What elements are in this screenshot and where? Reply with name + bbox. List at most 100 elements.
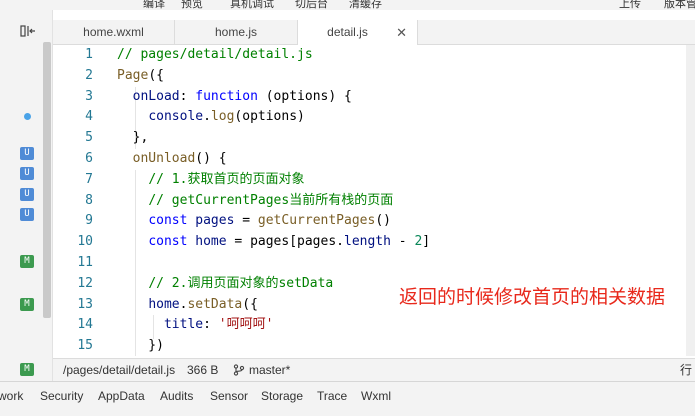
modified-dot-icon (24, 113, 31, 120)
code-line[interactable]: 10 const home = pages[pages.length - 2] (53, 232, 693, 253)
code-line[interactable]: 11 (53, 253, 693, 274)
code-line[interactable]: 7 // 1.获取首页的页面对象 (53, 170, 693, 191)
toolbar-upload[interactable]: 上传 (619, 0, 641, 10)
sidebar-scrollbar[interactable] (43, 42, 51, 318)
code-token: : (203, 317, 219, 333)
code-line[interactable]: 4 console.log(options) (53, 107, 693, 128)
code-token: = pages[pages. (226, 234, 344, 250)
code-token: length (344, 234, 391, 250)
toolbar-clear-cache[interactable]: 清缓存 (349, 0, 382, 10)
code-line[interactable]: 9 const pages = getCurrentPages() (53, 211, 693, 232)
tab-audits[interactable]: Audits (160, 382, 193, 410)
tab-trace[interactable]: Trace (317, 382, 347, 410)
code-line[interactable]: 8 // getCurrentPages当前所有栈的页面 (53, 191, 693, 212)
modified-badge: M (20, 255, 34, 268)
untracked-badge: U (20, 188, 34, 201)
toolbar-remote-debug[interactable]: 真机调试 (230, 0, 274, 10)
line-number: 8 (85, 192, 93, 208)
code-line[interactable]: 5 }, (53, 128, 693, 149)
code-token: ({ (242, 296, 258, 312)
code-token: (options) (234, 109, 305, 125)
code-text: // pages/detail/detail.js (117, 45, 313, 66)
toolbar-background[interactable]: 切后台 (295, 0, 328, 10)
code-token: getCurrentPages (257, 213, 376, 229)
code-token: setData (187, 296, 243, 312)
code-token: home (148, 296, 180, 312)
code-line[interactable]: 2 Page({ (53, 66, 693, 87)
code-token: onLoad (132, 88, 180, 104)
toolbar-preview[interactable]: 预览 (181, 0, 203, 10)
code-line[interactable]: 6 onUnload() { (53, 149, 693, 170)
tab-appdata[interactable]: AppData (98, 382, 145, 410)
tab-security[interactable]: Security (40, 382, 83, 410)
tab-home-js[interactable]: home.js (175, 20, 298, 45)
code-token: console (148, 109, 204, 125)
line-number: 5 (85, 130, 93, 146)
line-number: 2 (85, 67, 93, 83)
line-number: 10 (77, 234, 93, 250)
code-token: // 2.调用页面对象的setData (148, 275, 334, 291)
cursor-position[interactable]: 行 (680, 359, 692, 382)
editor-tab-bar: home.wxml home.js detail.js ✕ (53, 20, 695, 46)
code-token: (options) { (257, 88, 352, 104)
code-token: function (195, 88, 258, 104)
tab-network[interactable]: work (0, 382, 23, 410)
tab-home-wxml[interactable]: home.wxml (53, 20, 175, 45)
code-token: const (148, 234, 188, 250)
devtools-tab-bar: work Security AppData Audits Sensor Stor… (0, 381, 695, 416)
code-token: = (234, 213, 258, 229)
split-editor-icon[interactable] (20, 24, 40, 40)
tab-label: detail.js (327, 25, 368, 39)
editor-scrollbar[interactable] (686, 45, 695, 356)
code-token: () (375, 213, 391, 229)
code-line[interactable]: 1 // pages/detail/detail.js (53, 45, 693, 66)
close-icon[interactable]: ✕ (396, 20, 407, 45)
code-text: // getCurrentPages当前所有栈的页面 (117, 191, 393, 212)
code-editor[interactable]: 1// pages/detail/detail.js 2 Page({3 onLoa… (53, 45, 695, 356)
file-size: 366 B (187, 363, 219, 377)
untracked-badge: U (20, 208, 34, 221)
tab-sensor[interactable]: Sensor (210, 382, 248, 410)
annotation-text: 返回的时候修改首页的相关数据 (399, 287, 666, 308)
git-branch-icon[interactable] (233, 359, 245, 382)
file-sidebar: U U U U M M M (0, 10, 53, 381)
untracked-badge: U (20, 147, 34, 160)
toolbar-version[interactable]: 版本管 (664, 0, 695, 10)
code-token: home (195, 234, 227, 250)
toolbar-compile[interactable]: 编译 (143, 0, 165, 10)
code-text: }, (117, 128, 149, 149)
tab-storage[interactable]: Storage (261, 382, 303, 410)
line-number: 11 (77, 255, 93, 270)
code-token: // 1.获取首页的页面对象 (148, 171, 305, 187)
code-token: Page (117, 67, 149, 83)
code-text: title: '呵呵呵' (117, 315, 273, 336)
code-text: console.log(options) (117, 107, 305, 128)
code-token: pages (195, 213, 235, 229)
code-token: // getCurrentPages当前所有栈的页面 (148, 192, 394, 208)
code-text: const home = pages[pages.length - 2] (117, 232, 430, 253)
code-token: }, (117, 130, 149, 146)
line-number: 9 (85, 213, 93, 229)
code-token: onUnload (132, 151, 196, 166)
line-number: 15 (77, 338, 93, 354)
code-token: ({ (148, 67, 164, 83)
code-line[interactable]: 3 onLoad: function (options) { (53, 87, 693, 108)
tab-wxml[interactable]: Wxml (361, 382, 391, 410)
code-token: - (390, 234, 415, 250)
tab-label: home.js (214, 25, 258, 39)
tab-label: home.wxml (83, 25, 144, 39)
git-branch[interactable]: master* (249, 359, 290, 382)
code-line[interactable]: 15 }) (53, 336, 693, 356)
code-line[interactable]: 14 title: '呵呵呵' (53, 315, 693, 336)
tab-detail-js[interactable]: detail.js ✕ (298, 20, 418, 46)
modified-badge: M (20, 298, 34, 311)
code-token: title (163, 317, 204, 333)
